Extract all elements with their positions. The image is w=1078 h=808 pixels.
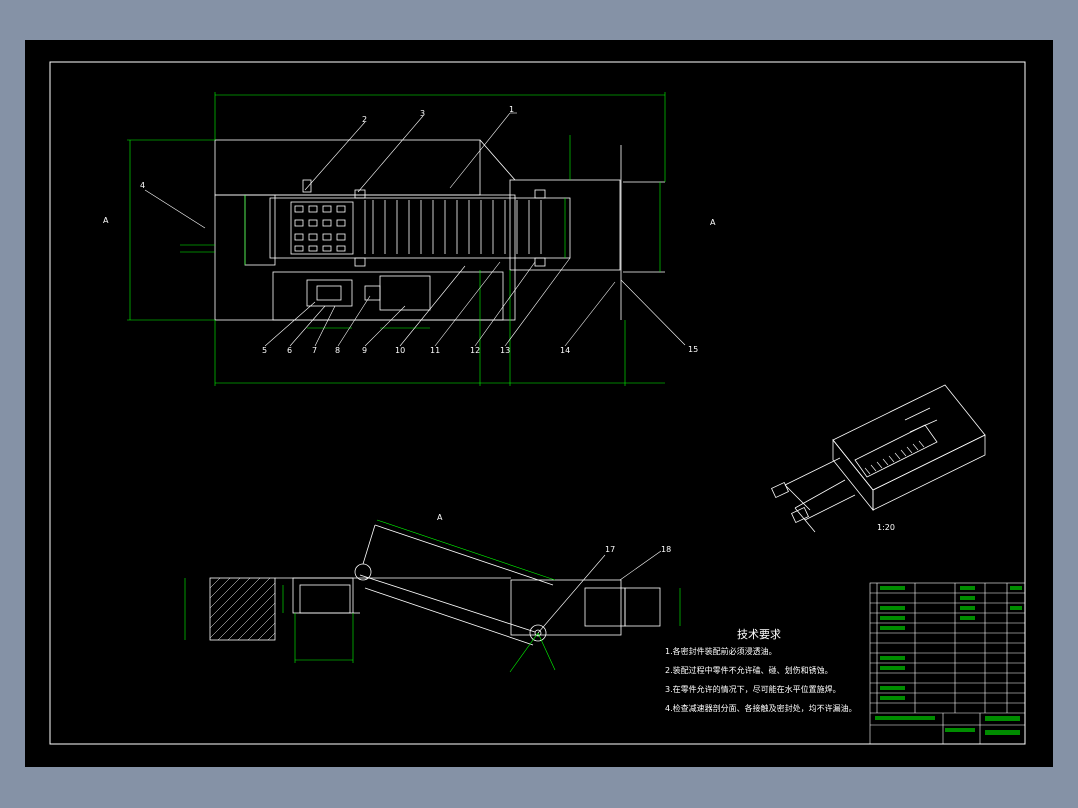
side-view [209,524,661,646]
drawing-canvas[interactable]: 1 2 3 4 5 6 7 8 9 10 11 12 13 14 15 A A [25,40,1053,767]
left-block [244,194,276,266]
tech-requirement-1: 1.各密封件装配前必须浸透油。 [665,646,777,656]
tech-requirements: 技术要求 1.各密封件装配前必须浸透油。 2.装配过程中零件不允许磕、碰、划伤和… [665,628,857,713]
side-view-leaders [537,550,662,634]
leader-10: 10 [395,346,405,355]
iso-scale-label: 1:20 [877,523,895,532]
title-block-green-fill [875,586,1022,735]
left-tank [209,577,276,641]
side-view-labels: A 17 18 [437,513,671,554]
section-label-a: A [437,513,443,522]
leader-7: 7 [312,346,317,355]
left-tank-hatch [209,577,276,641]
top-view [214,139,665,321]
leader-1: 1 [509,105,514,114]
tech-requirement-4: 4.检查减速器剖分面、各接触及密封处，均不许漏油。 [665,703,857,713]
leader-3: 3 [420,109,425,118]
leader-2: 2 [362,115,367,124]
leader-11: 11 [430,346,440,355]
iso-view [771,384,986,533]
coupling [364,285,381,301]
section-mark-left: A [103,216,109,225]
tech-requirement-3: 3.在零件允许的情况下，尽可能在水平位置施焊。 [665,684,841,694]
tech-requirements-title: 技术要求 [737,628,781,641]
hopper-outline [214,139,481,196]
leader-18: 18 [661,545,671,554]
side-view-dimensions [184,519,681,673]
leader-5: 5 [262,346,267,355]
leader-8: 8 [335,346,340,355]
section-mark-right: A [710,218,716,227]
top-view-dimensions [127,92,666,386]
chain-slats [364,200,542,254]
chain-housing [269,197,571,259]
leader-6: 6 [287,346,292,355]
leader-12: 12 [470,346,480,355]
leader-4: 4 [140,181,145,190]
drive-frame [272,271,504,321]
leader-9: 9 [362,346,367,355]
outer-frame [49,61,1026,745]
reducer [306,279,353,307]
leader-17: 17 [605,545,615,554]
top-view-leaders [144,112,686,347]
reducer-inner [316,285,342,301]
leader-14: 14 [560,346,570,355]
grid-plate [290,201,354,255]
leader-13: 13 [500,346,510,355]
cad-drawing: 1 2 3 4 5 6 7 8 9 10 11 12 13 14 15 A A [49,61,1026,745]
top-view-leader-labels: 1 2 3 4 5 6 7 8 9 10 11 12 13 14 15 A A [103,105,716,355]
motor [379,275,431,311]
hopper-tank [292,577,354,614]
tech-requirement-2: 2.装配过程中零件不允许磕、碰、划伤和锈蚀。 [665,665,833,675]
leader-15: 15 [688,345,698,354]
